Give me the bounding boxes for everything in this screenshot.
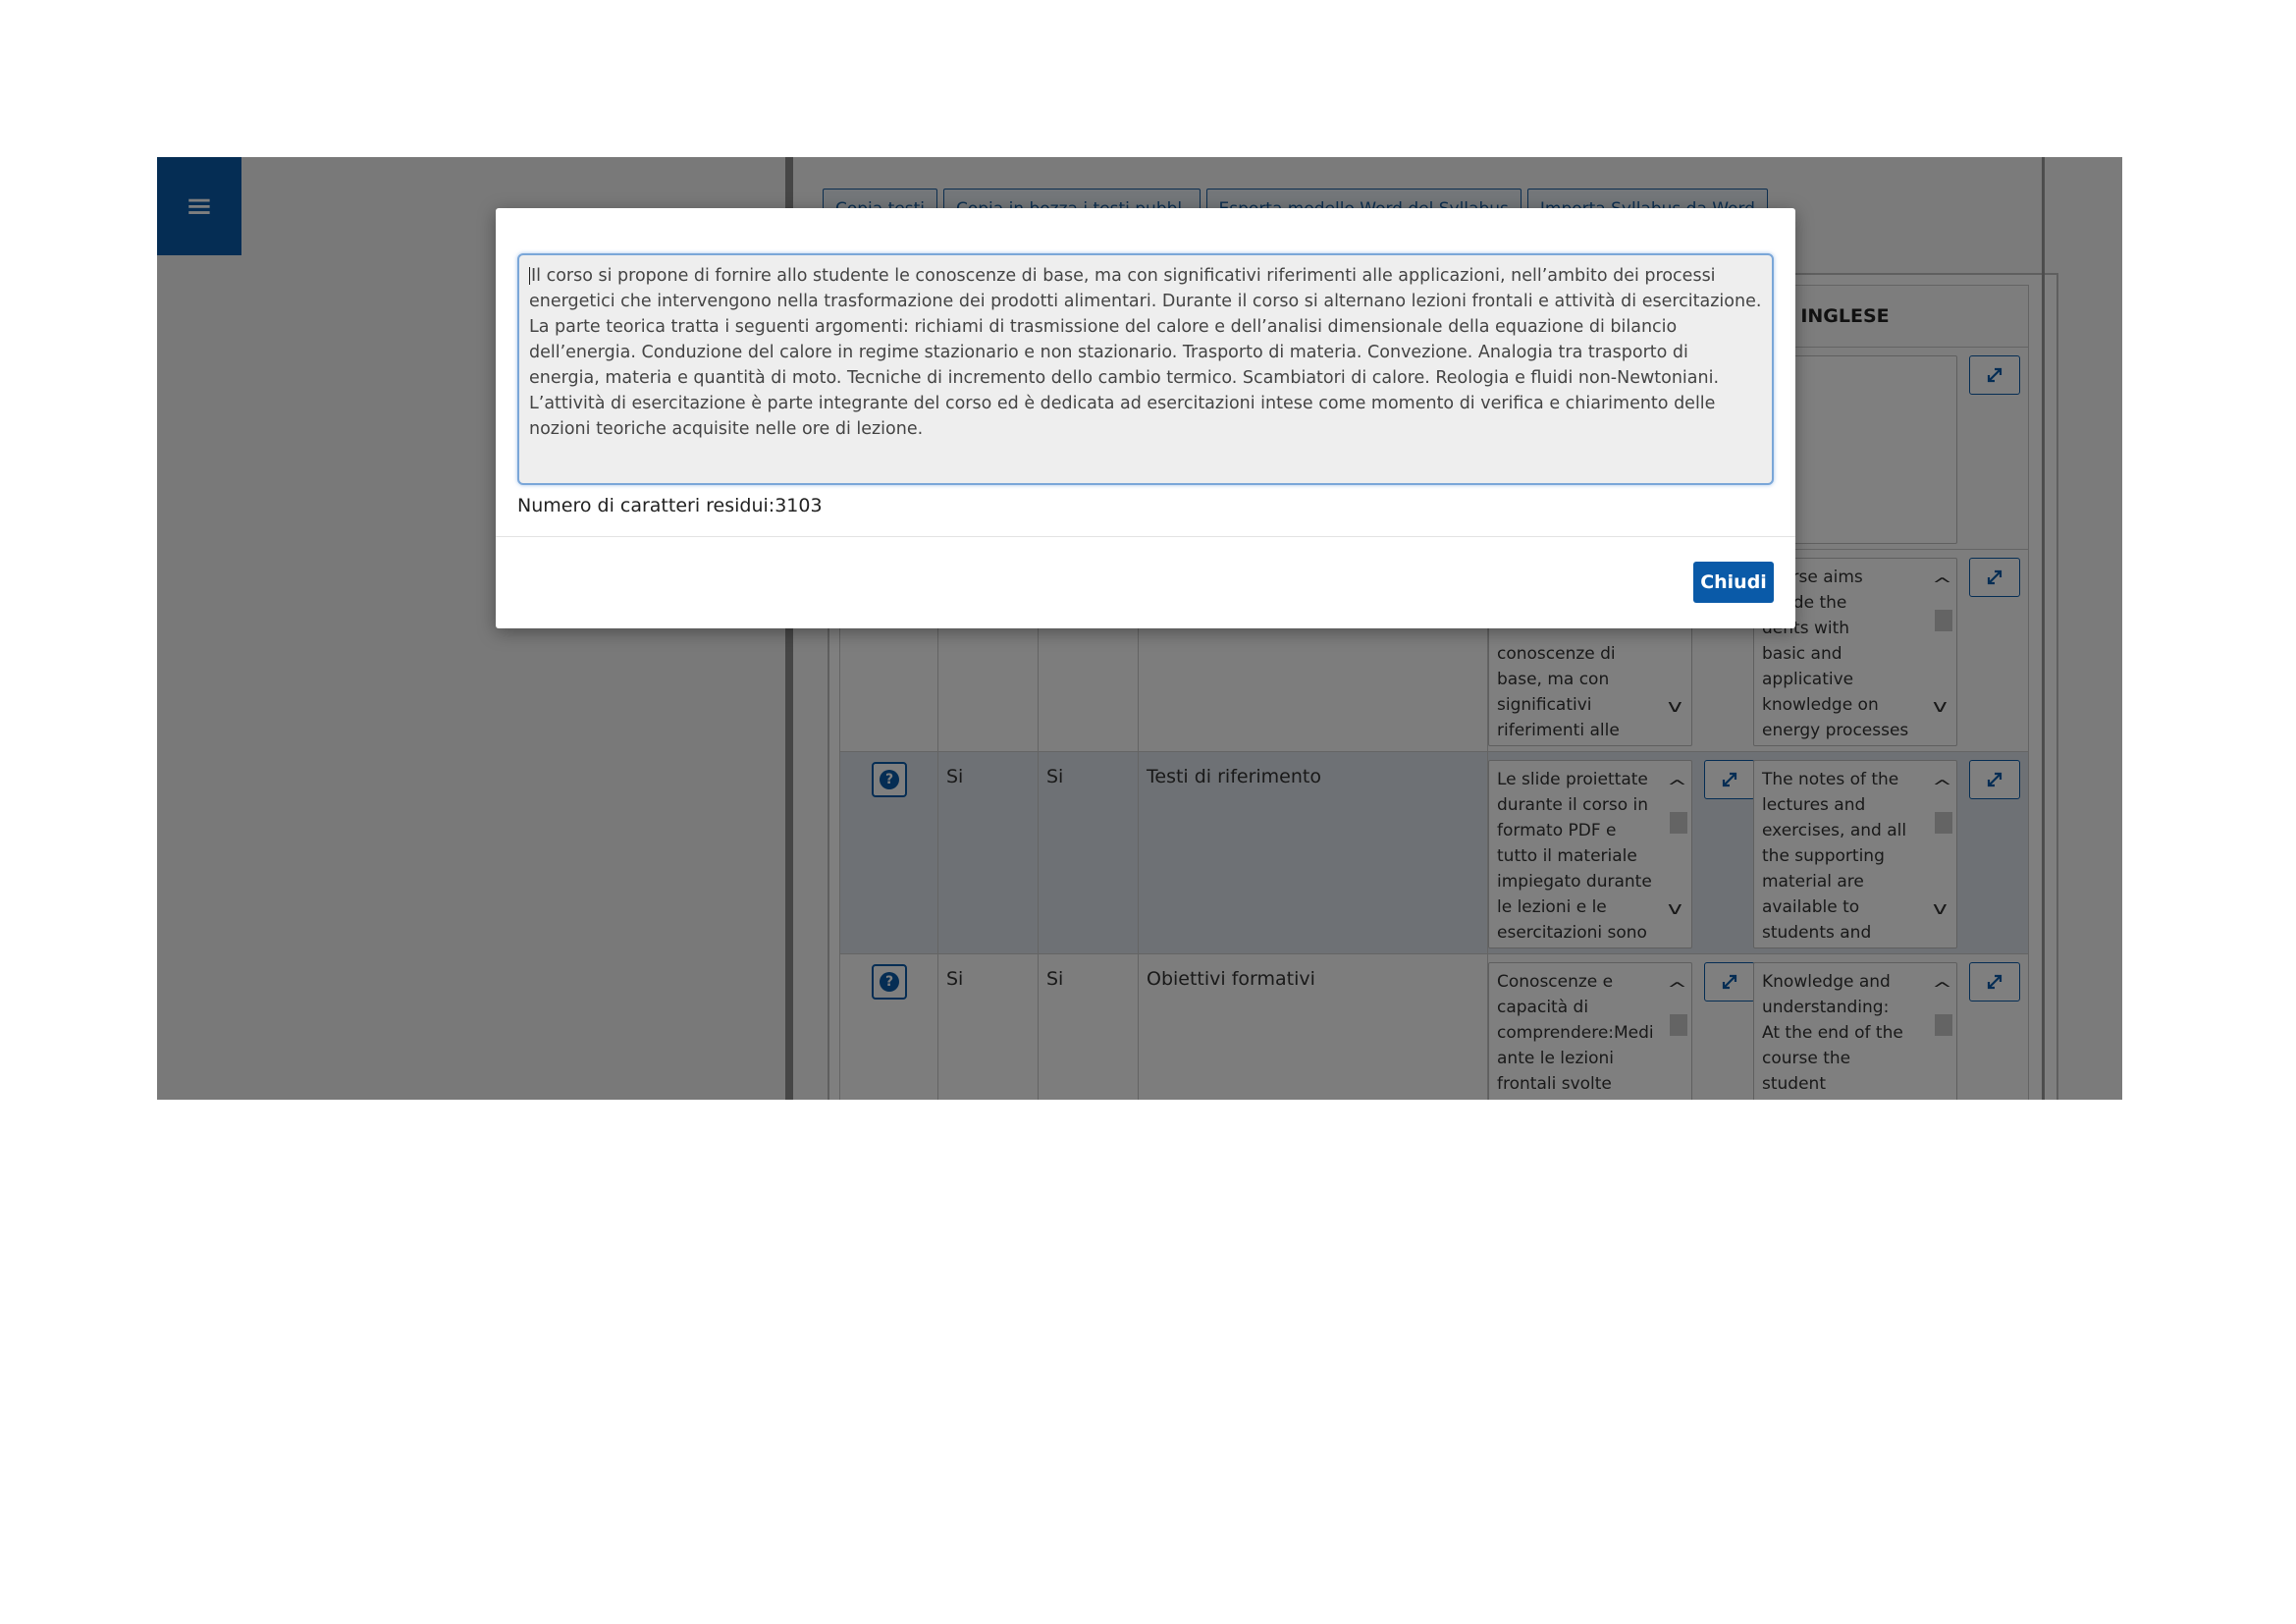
character-counter: Numero di caratteri residui: 3103	[517, 495, 823, 516]
app-viewport: ≡ Copia testi Copia in bozza i testi pub…	[157, 157, 2122, 1100]
text-expand-modal: Il corso si propone di fornire allo stud…	[496, 208, 1795, 628]
character-counter-value: 3103	[774, 495, 823, 516]
modal-divider	[496, 536, 1795, 537]
close-button[interactable]: Chiudi	[1693, 562, 1774, 603]
text-caret	[529, 267, 530, 285]
character-counter-label: Numero di caratteri residui:	[517, 495, 775, 516]
modal-textarea[interactable]: Il corso si propone di fornire allo stud…	[517, 253, 1774, 485]
modal-textarea-content: Il corso si propone di fornire allo stud…	[529, 266, 1762, 439]
